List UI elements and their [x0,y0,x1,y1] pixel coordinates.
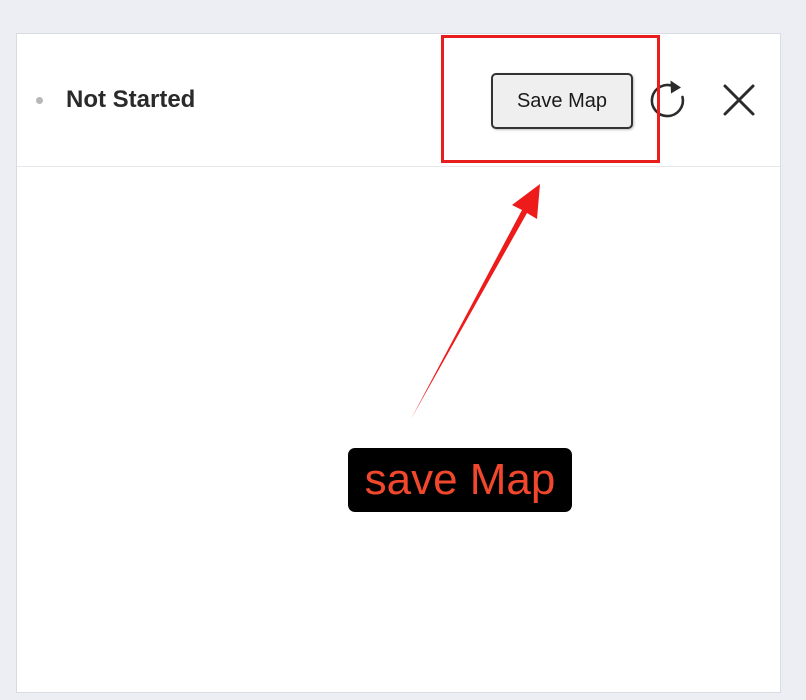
close-icon-svg [723,84,755,116]
annotation-callout: save Map [348,448,572,512]
map-panel: Not Started Save Map [16,33,781,693]
status-label: Not Started [66,86,196,113]
refresh-icon-svg [650,80,685,118]
panel-header: Not Started Save Map [17,34,780,167]
save-map-button[interactable]: Save Map [491,73,633,129]
window-frame: Not Started Save Map save Map [0,0,806,700]
status-dot [36,97,43,104]
refresh-icon[interactable] [647,78,691,122]
close-icon[interactable] [722,83,756,117]
